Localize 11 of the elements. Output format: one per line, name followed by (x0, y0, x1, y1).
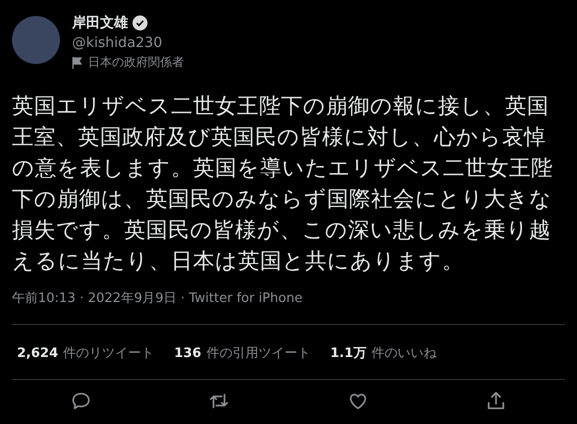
tweet-meta: 午前10:13 · 2022年9月9日 · Twitter for iPhone (12, 290, 304, 307)
stat-count[interactable]: 2,624 (17, 346, 58, 361)
tweet-text: 英国エリザベス二世女王陛下の崩御の報に接し、英国王室、英国政府及び英国民の皆様に対し、心から哀悼の意を表します。英国を導いたエリザベス二世女王陛下の崩御は、英国民のみならず国際社会にとり大きな損失です。英国民の皆様が、この深い悲しみを乗り越えるに当たり、日本は英国と共にあります。 (12, 93, 554, 276)
stat-count[interactable]: 1.1万 (330, 344, 366, 362)
author-name[interactable]: 岸田文雄 (72, 14, 128, 32)
author-handle[interactable]: @kishida230 (72, 35, 184, 51)
affiliation-label: 日本の政府関係者 (88, 54, 184, 71)
stat-label[interactable]: 件の引用ツイート (206, 344, 310, 362)
stat-count[interactable]: 136 (174, 346, 202, 361)
stat-label[interactable]: 件のいいね (371, 344, 436, 362)
stat-label[interactable]: 件のリツイート (63, 344, 154, 362)
